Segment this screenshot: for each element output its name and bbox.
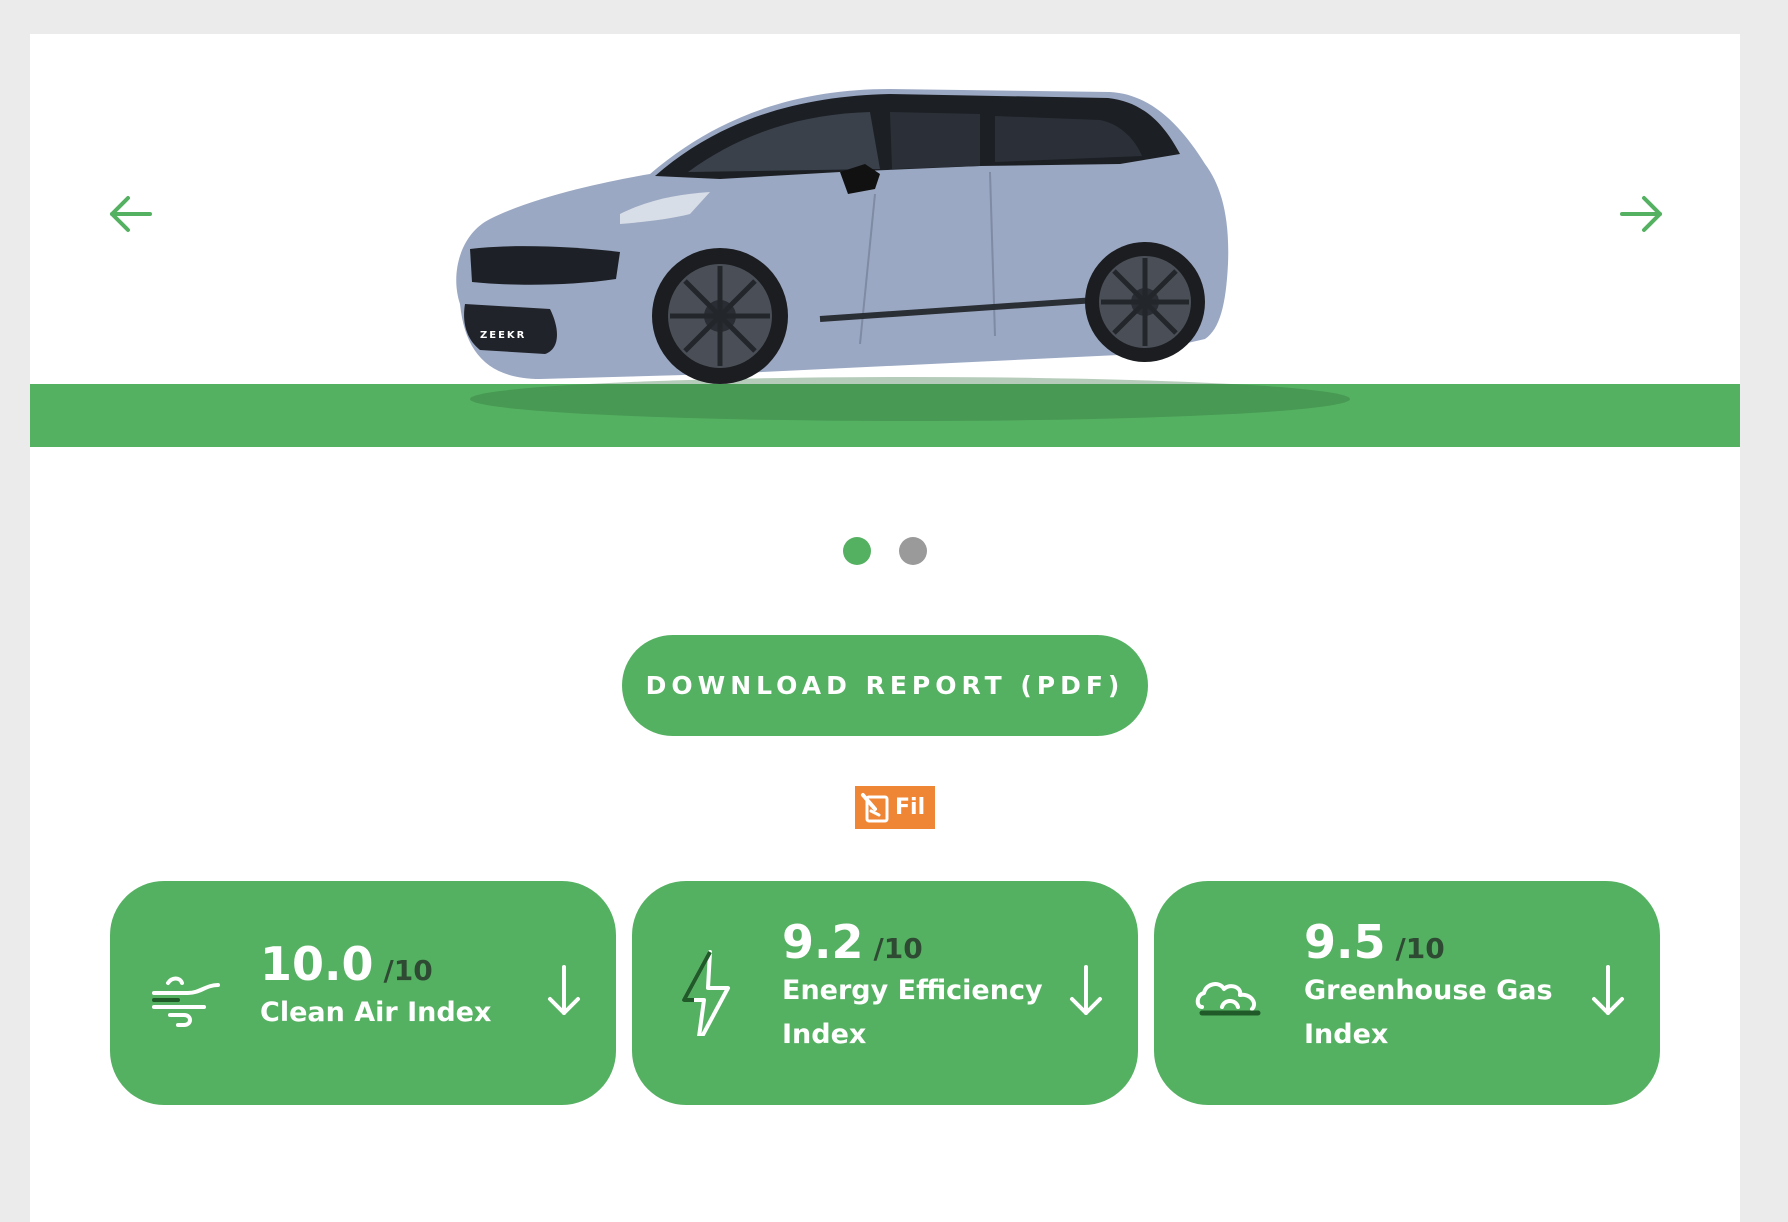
greenhouse-gas-index-card[interactable]: 9.5 /10 Greenhouse Gas Index	[1154, 881, 1660, 1105]
download-report-button[interactable]: DOWNLOAD REPORT (PDF)	[622, 635, 1148, 736]
carousel-dot-2[interactable]	[899, 537, 927, 565]
greenhouse-gas-index-text: 9.5 /10 Greenhouse Gas Index	[1304, 919, 1604, 1057]
carousel-next-button[interactable]	[1612, 184, 1672, 244]
cloud-icon	[1195, 982, 1261, 1016]
carousel-dot-1[interactable]	[843, 537, 871, 565]
arrow-down-icon	[1070, 965, 1102, 1015]
file-badge[interactable]: Fil	[855, 786, 935, 829]
arrow-down-icon	[548, 965, 580, 1015]
carousel-prev-button[interactable]	[100, 184, 160, 244]
arrow-right-icon	[1620, 196, 1662, 232]
greenhouse-gas-max: /10	[1395, 932, 1445, 965]
greenhouse-gas-label: Greenhouse Gas Index	[1304, 975, 1553, 1050]
carousel-pagination	[30, 537, 1740, 565]
vehicle-report-card: ZEEKR DOWNLOAD REPORT (PDF) Fil 10.0 /10…	[30, 34, 1740, 1222]
vehicle-carousel: ZEEKR	[30, 34, 1740, 447]
arrow-left-icon	[110, 196, 152, 232]
arrow-down-icon	[1592, 965, 1624, 1015]
car-image: ZEEKR	[420, 54, 1380, 444]
energy-efficiency-index-text: 9.2 /10 Energy Efficiency Index	[782, 919, 1082, 1057]
lightning-icon	[682, 950, 730, 1036]
wind-icon	[152, 976, 220, 1027]
energy-efficiency-index-card[interactable]: 9.2 /10 Energy Efficiency Index	[632, 881, 1138, 1105]
car-badge: ZEEKR	[480, 330, 526, 341]
pdf-file-icon	[861, 792, 889, 822]
clean-air-index-text: 10.0 /10 Clean Air Index	[260, 941, 560, 1035]
clean-air-score: 10.0	[260, 937, 374, 991]
clean-air-index-card[interactable]: 10.0 /10 Clean Air Index	[110, 881, 616, 1105]
clean-air-max: /10	[383, 954, 433, 987]
file-badge-label: Fil	[895, 795, 926, 820]
energy-efficiency-max: /10	[873, 932, 923, 965]
clean-air-label: Clean Air Index	[260, 997, 492, 1028]
energy-efficiency-score: 9.2	[782, 915, 864, 969]
energy-efficiency-label: Energy Efficiency Index	[782, 975, 1043, 1050]
greenhouse-gas-score: 9.5	[1304, 915, 1386, 969]
